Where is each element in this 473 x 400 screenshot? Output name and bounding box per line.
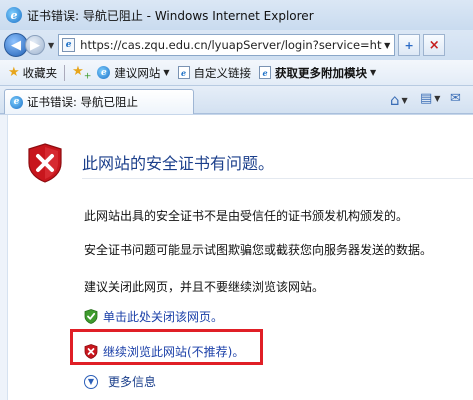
add-to-favorites-icon[interactable]: ★+ xyxy=(72,64,91,82)
favorites-star-icon[interactable]: ★ xyxy=(8,65,20,80)
divider xyxy=(82,178,473,179)
mail-icon[interactable]: ✉ xyxy=(450,91,461,106)
favorites-bar: ★ 收藏夹 ★+ e 建议网站 ▼ e 自定义链接 e 获取更多附加模块 ▼ xyxy=(0,60,473,86)
tab-label: 证书错误: 导航已阻止 xyxy=(27,95,139,109)
certificate-warning-text: 此网站出具的安全证书不是由受信任的证书颁发机构颁发的。 xyxy=(84,209,409,223)
address-dropdown-icon[interactable]: ▼ xyxy=(384,41,390,50)
internet-explorer-icon: e xyxy=(6,7,22,23)
red-shield-icon xyxy=(84,344,98,359)
chevron-down-icon[interactable]: ▼ xyxy=(370,68,376,77)
continue-to-site-link[interactable]: 继续浏览此网站(不推荐)。 xyxy=(103,343,244,360)
suggested-sites-icon: e xyxy=(97,66,111,79)
custom-links-icon: e xyxy=(177,66,190,79)
stop-button[interactable]: × xyxy=(423,34,446,56)
page-icon: e xyxy=(62,38,76,52)
suggested-sites-link[interactable]: 建议网站 xyxy=(114,65,160,81)
more-info-option[interactable]: ▼ 更多信息 xyxy=(84,373,156,390)
history-dropdown-icon[interactable]: ▼ xyxy=(48,41,54,50)
refresh-button[interactable]: + xyxy=(398,34,421,56)
green-shield-icon xyxy=(84,309,98,324)
address-bar[interactable]: e https://cas.zqu.edu.cn/lyuapServer/log… xyxy=(58,34,396,56)
separator xyxy=(64,64,66,81)
recommendation-text: 建议关闭此网页，并且不要继续浏览该网站。 xyxy=(84,280,325,294)
continue-to-site-option[interactable]: 继续浏览此网站(不推荐)。 xyxy=(84,343,244,360)
get-more-addons-link[interactable]: 获取更多附加模块 xyxy=(275,65,367,81)
page-content: 此网站的安全证书有问题。 此网站出具的安全证书不是由受信任的证书颁发机构颁发的。… xyxy=(0,114,473,400)
feeds-icon[interactable]: ▤ ▼ xyxy=(420,91,440,106)
navigation-bar: ◀ ▶ ▼ e https://cas.zqu.edu.cn/lyuapServ… xyxy=(0,30,473,60)
chevron-down-icon[interactable]: ▼ xyxy=(163,68,169,77)
favorites-button[interactable]: 收藏夹 xyxy=(23,65,58,81)
page-title: 此网站的安全证书有问题。 xyxy=(82,154,275,173)
home-icon[interactable]: ⌂ ▼ xyxy=(390,91,408,109)
window-title: 证书错误: 导航已阻止 - Windows Internet Explorer xyxy=(27,8,314,23)
tab-certificate-error[interactable]: e 证书错误: 导航已阻止 xyxy=(4,89,194,114)
tab-bar: e 证书错误: 导航已阻止 ⌂ ▼ ▤ ▼ ✉ xyxy=(0,86,473,114)
title-bar: e 证书错误: 导航已阻止 - Windows Internet Explore… xyxy=(0,0,473,30)
expand-chevron-icon[interactable]: ▼ xyxy=(84,374,98,389)
close-page-option[interactable]: 单击此处关闭该网页。 xyxy=(84,308,223,325)
forward-button[interactable]: ▶ xyxy=(25,35,45,55)
addons-icon: e xyxy=(259,66,272,79)
shield-error-icon xyxy=(28,143,62,183)
more-info-link[interactable]: 更多信息 xyxy=(108,373,156,390)
custom-links-link[interactable]: 自定义链接 xyxy=(194,65,252,81)
close-page-link[interactable]: 单击此处关闭该网页。 xyxy=(103,308,223,325)
address-url[interactable]: https://cas.zqu.edu.cn/lyuapServer/login… xyxy=(80,38,382,52)
tab-ie-icon: e xyxy=(10,95,23,109)
left-gutter xyxy=(0,115,8,400)
security-risk-text: 安全证书问题可能显示试图欺骗您或截获您向服务器发送的数据。 xyxy=(84,243,433,257)
